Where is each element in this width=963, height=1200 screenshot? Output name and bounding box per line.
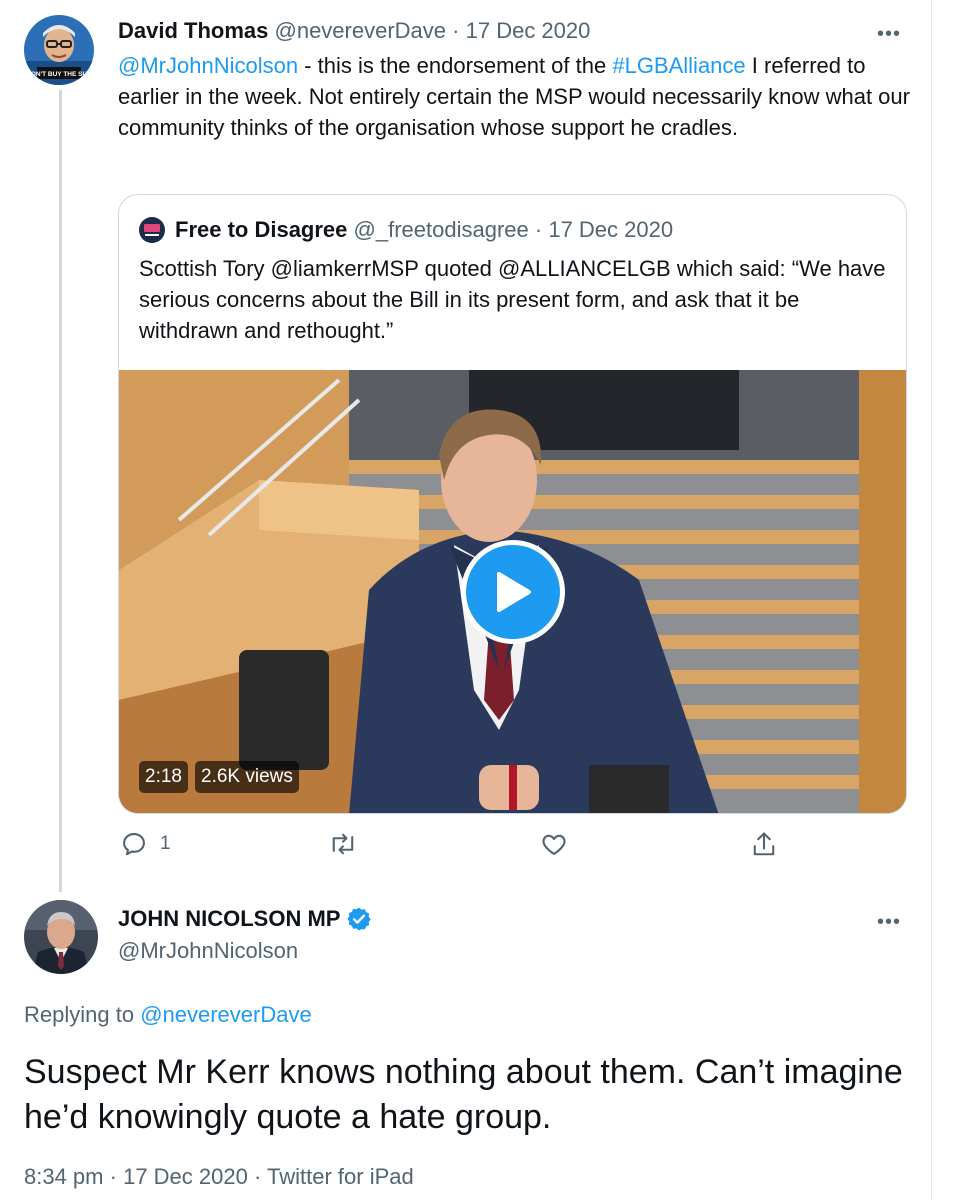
- more-icon[interactable]: •••: [877, 24, 901, 44]
- video-player[interactable]: 2:18 2.6K views: [119, 370, 906, 813]
- share-icon: [753, 832, 775, 856]
- separator-dot: ·: [452, 18, 460, 43]
- like-icon: [542, 834, 566, 855]
- tweet1-header: David Thomas @nevereverDave · 17 Dec 202…: [118, 16, 590, 46]
- play-button[interactable]: [461, 540, 565, 644]
- tweet2-source[interactable]: Twitter for iPad: [267, 1164, 414, 1189]
- play-icon: [497, 572, 531, 612]
- tweet2-time[interactable]: 8:34 pm: [24, 1164, 104, 1189]
- video-duration: 2:18: [139, 761, 188, 793]
- separator-dot: ·: [534, 217, 543, 242]
- reply-button[interactable]: 1: [120, 830, 171, 858]
- separator-dot: ·: [253, 1164, 262, 1189]
- tweet1-action-bar: 1: [0, 830, 963, 866]
- retweet-button[interactable]: [328, 830, 370, 858]
- replying-to-link[interactable]: @nevereverDave: [140, 1002, 312, 1027]
- like-button[interactable]: [540, 830, 580, 858]
- reply-count: 1: [160, 833, 171, 854]
- tweet2-date[interactable]: 17 Dec 2020: [123, 1164, 248, 1189]
- hashtag-link[interactable]: #LGBAlliance: [612, 53, 745, 78]
- quote-text: Scottish Tory @liamkerrMSP quoted @ALLIA…: [139, 256, 886, 343]
- reply-icon: [123, 833, 145, 856]
- replying-to-line: Replying to @nevereverDave: [24, 1000, 312, 1030]
- mention-link[interactable]: @MrJohnNicolson: [118, 53, 298, 78]
- column-divider: [931, 0, 932, 1200]
- avatar-john-nicolson[interactable]: [24, 900, 98, 974]
- separator-dot: ·: [109, 1164, 117, 1189]
- tweet2-display-name[interactable]: JOHN NICOLSON MP: [118, 904, 340, 934]
- tweet1-date[interactable]: 17 Dec 2020: [466, 18, 591, 43]
- tweet1-text-part: - this is the endorsement of the: [298, 53, 613, 78]
- video-views: 2.6K views: [195, 761, 299, 793]
- thread-connector-line: [59, 90, 62, 892]
- retweet-icon: [332, 833, 354, 855]
- avatar-david-thomas[interactable]: DON'T BUY THE SUN: [24, 15, 94, 85]
- tweet1-text: @MrJohnNicolson - this is the endorsemen…: [118, 50, 918, 143]
- quoted-tweet-card[interactable]: Free to Disagree @_freetodisagree · 17 D…: [118, 194, 907, 814]
- more-icon[interactable]: •••: [877, 912, 901, 932]
- avatar-free-to-disagree[interactable]: [139, 217, 165, 243]
- tweet2-meta: 8:34 pm · 17 Dec 2020 · Twitter for iPad: [24, 1162, 414, 1192]
- tweet1-handle[interactable]: @nevereverDave: [275, 18, 447, 43]
- quote-handle[interactable]: @_freetodisagree: [354, 217, 529, 242]
- replying-prefix: Replying to: [24, 1002, 141, 1027]
- share-button[interactable]: [750, 830, 778, 860]
- tweet2-handle[interactable]: @MrJohnNicolson: [118, 936, 298, 966]
- svg-text:DON'T BUY THE SUN: DON'T BUY THE SUN: [26, 71, 92, 78]
- verified-badge-icon: [346, 906, 372, 932]
- quote-display-name[interactable]: Free to Disagree: [175, 217, 347, 242]
- quote-header: Free to Disagree @_freetodisagree · 17 D…: [175, 215, 673, 245]
- tweet1-display-name[interactable]: David Thomas: [118, 18, 268, 43]
- tweet2-display-name-row: JOHN NICOLSON MP: [118, 904, 372, 934]
- tweet2-text: Suspect Mr Kerr knows nothing about them…: [24, 1053, 903, 1136]
- quote-date[interactable]: 17 Dec 2020: [548, 217, 673, 242]
